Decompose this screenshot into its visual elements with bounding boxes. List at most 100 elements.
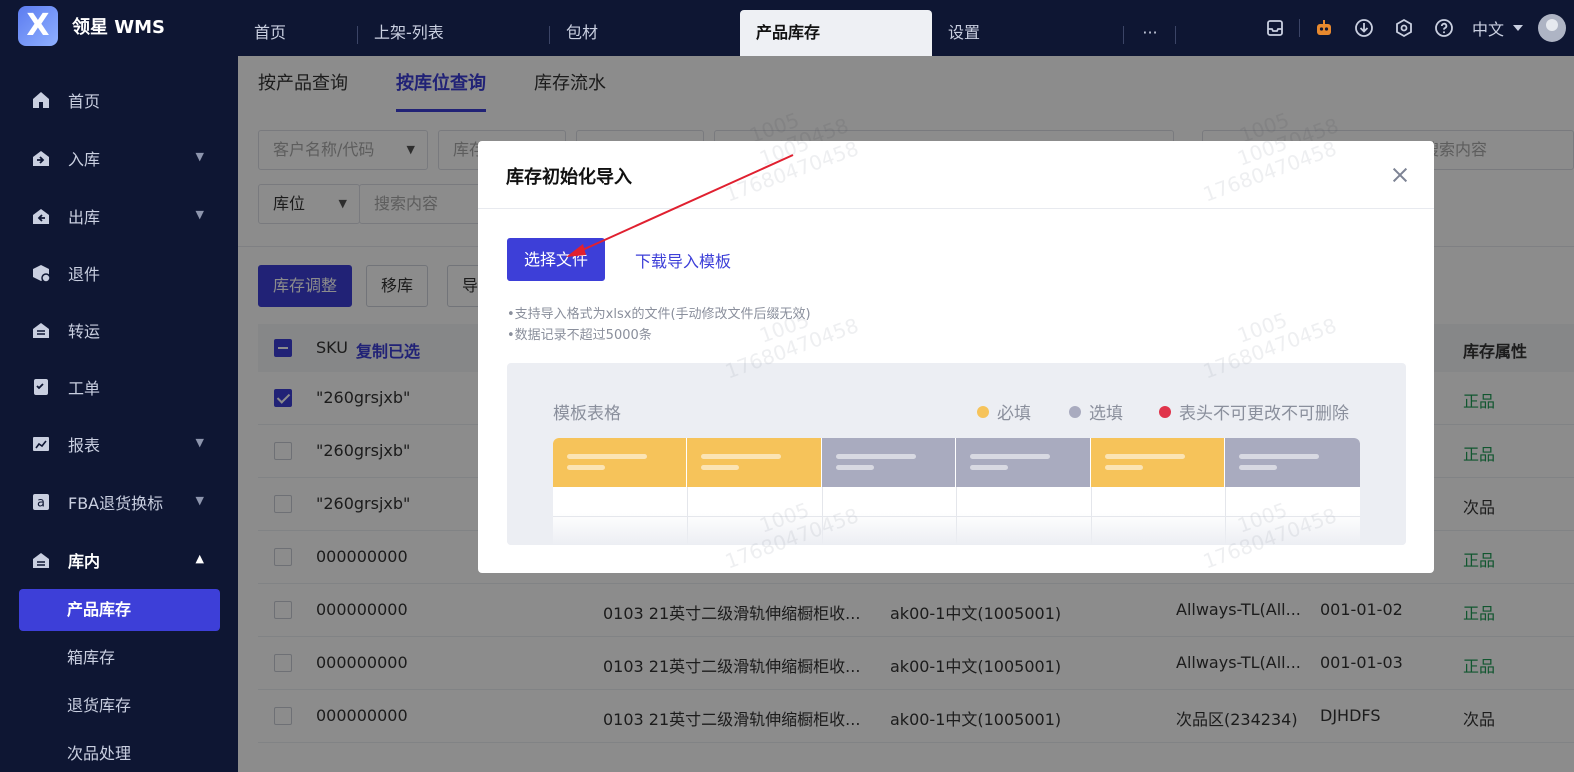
optional-dot (1069, 405, 1081, 418)
legend-locked: 表头不可更改不可删除 (1159, 399, 1349, 424)
grid-bar (970, 454, 1050, 459)
chevron-down-icon: ▼ (195, 494, 204, 507)
grid-bar (970, 465, 1008, 470)
download-template-link[interactable]: 下载导入模板 (635, 248, 731, 272)
sidebar-item-label: 转运 (68, 322, 101, 341)
grid-header-required (687, 438, 822, 487)
help-icon[interactable] (1434, 18, 1454, 38)
workorder-icon (30, 377, 52, 397)
import-note-limit: •数据记录不超过5000条 (507, 328, 652, 343)
chevron-down-icon: ▼ (195, 150, 204, 163)
watermark: 100517680470458 (715, 141, 862, 207)
import-dialog: 库存初始化导入 选择文件 下载导入模板 •支持导入格式为xlsx的文件(手动修改… (478, 141, 1434, 573)
grid-bar (701, 465, 739, 470)
legend-optional: 选填 (1069, 399, 1123, 424)
app-name: 领星 WMS (72, 17, 165, 38)
top-nav: 首页 上架-列表 包材 产品库存 设置 ··· (238, 0, 1176, 56)
chevron-down-icon: ▼ (195, 436, 204, 449)
sidebar-item-inbound[interactable]: 入库 ▼ (0, 138, 238, 178)
grid-bar (1239, 465, 1277, 470)
top-bar: 领星 WMS 首页 上架-列表 包材 产品库存 设置 ··· 中文 (0, 0, 1574, 56)
locked-dot (1159, 405, 1171, 418)
transfer-icon (30, 320, 52, 340)
grid-bar (1239, 454, 1319, 459)
sidebar-item-label: 入库 (68, 150, 101, 169)
import-note-format: •支持导入格式为xlsx的文件(手动修改文件后缀无效) (507, 307, 811, 322)
sidebar-item-label: 报表 (68, 436, 101, 455)
tab-settings[interactable]: 设置 (932, 10, 1124, 56)
logo-icon (18, 6, 58, 46)
legend-locked-label: 表头不可更改不可删除 (1179, 404, 1349, 424)
amazon-icon: a (30, 492, 52, 512)
sidebar-sub-product-inventory[interactable]: 产品库存 (19, 589, 220, 631)
watermark-phone: 17680470458 (1199, 141, 1340, 207)
sidebar: 首页 入库 ▼ 出库 ▼ 退件 转运 工单 报表 ▼ a FBA退货换标 ▼ 库… (0, 56, 238, 772)
grid-header-optional (822, 438, 956, 487)
sidebar-item-transfer[interactable]: 转运 (0, 310, 238, 350)
grid-header-required (553, 438, 687, 487)
inbox-icon[interactable] (1265, 18, 1285, 38)
grid-header-required (1091, 438, 1225, 487)
watermark-id: 1005 (1234, 141, 1291, 171)
template-preview: 模板表格 必填 选填 表头不可更改不可删除 (507, 363, 1406, 545)
grid-bar (836, 465, 874, 470)
watermark-id: 1005 (756, 141, 813, 171)
outbound-icon (30, 206, 52, 226)
legend-required: 必填 (977, 399, 1031, 424)
sidebar-item-reports[interactable]: 报表 ▼ (0, 424, 238, 464)
settings-icon[interactable] (1394, 18, 1414, 38)
sidebar-item-label: FBA退货换标 (68, 494, 164, 513)
sidebar-item-label: 库内 (68, 552, 101, 571)
watermark: 100517680470458 (1193, 141, 1340, 207)
sidebar-item-label: 工单 (68, 379, 101, 398)
sidebar-item-returns[interactable]: 退件 (0, 253, 238, 293)
required-dot (977, 405, 989, 418)
sidebar-sub-return-inventory[interactable]: 退货库存 (0, 686, 238, 726)
sidebar-item-label: 退件 (68, 265, 101, 284)
tab-product-inventory[interactable]: 产品库存 (740, 10, 932, 56)
caret-down-icon (1513, 25, 1523, 31)
grid-bar (1105, 454, 1185, 459)
report-icon (30, 434, 52, 454)
chevron-up-icon: ▲ (195, 552, 204, 565)
chevron-down-icon: ▼ (195, 208, 204, 221)
sidebar-sub-defect-handling[interactable]: 次品处理 (0, 734, 238, 772)
return-icon (30, 263, 52, 283)
language-selector[interactable]: 中文 (1472, 16, 1504, 40)
tab-putaway-list[interactable]: 上架-列表 (358, 10, 550, 56)
watermark-phone: 17680470458 (721, 141, 862, 207)
home-icon (30, 90, 52, 110)
close-icon[interactable] (1388, 163, 1412, 187)
app-logo[interactable]: 领星 WMS (18, 6, 165, 46)
sidebar-item-home[interactable]: 首页 (0, 80, 238, 120)
download-icon[interactable] (1354, 18, 1374, 38)
sidebar-item-fba[interactable]: a FBA退货换标 ▼ (0, 482, 238, 522)
grid-header-optional (1225, 438, 1360, 487)
top-right-tools: 中文 (1255, 0, 1574, 56)
tab-packaging[interactable]: 包材 (550, 10, 740, 56)
sidebar-item-workorder[interactable]: 工单 (0, 367, 238, 407)
divider (478, 208, 1434, 209)
sidebar-item-outbound[interactable]: 出库 ▼ (0, 196, 238, 236)
choose-file-button[interactable]: 选择文件 (507, 238, 605, 281)
tab-home[interactable]: 首页 (238, 10, 358, 56)
sidebar-item-warehouse[interactable]: 库内 ▲ (0, 540, 238, 580)
legend-required-label: 必填 (997, 404, 1031, 424)
grid-header-optional (956, 438, 1091, 487)
grid-bar (701, 454, 781, 459)
template-fade (507, 513, 1406, 545)
inbound-icon (30, 148, 52, 168)
legend-optional-label: 选填 (1089, 404, 1123, 424)
watermark-id: 1005 (1234, 307, 1291, 348)
more-tabs-button[interactable]: ··· (1124, 10, 1176, 56)
avatar[interactable] (1538, 14, 1566, 42)
grid-bar (567, 454, 647, 459)
sidebar-sub-box-inventory[interactable]: 箱库存 (0, 638, 238, 678)
sidebar-item-label: 出库 (68, 208, 101, 227)
divider (1298, 19, 1300, 37)
svg-text:a: a (37, 496, 45, 511)
grid-bar (836, 454, 916, 459)
dialog-title: 库存初始化导入 (506, 167, 632, 188)
robot-icon[interactable] (1314, 18, 1334, 38)
grid-bar (1105, 465, 1143, 470)
